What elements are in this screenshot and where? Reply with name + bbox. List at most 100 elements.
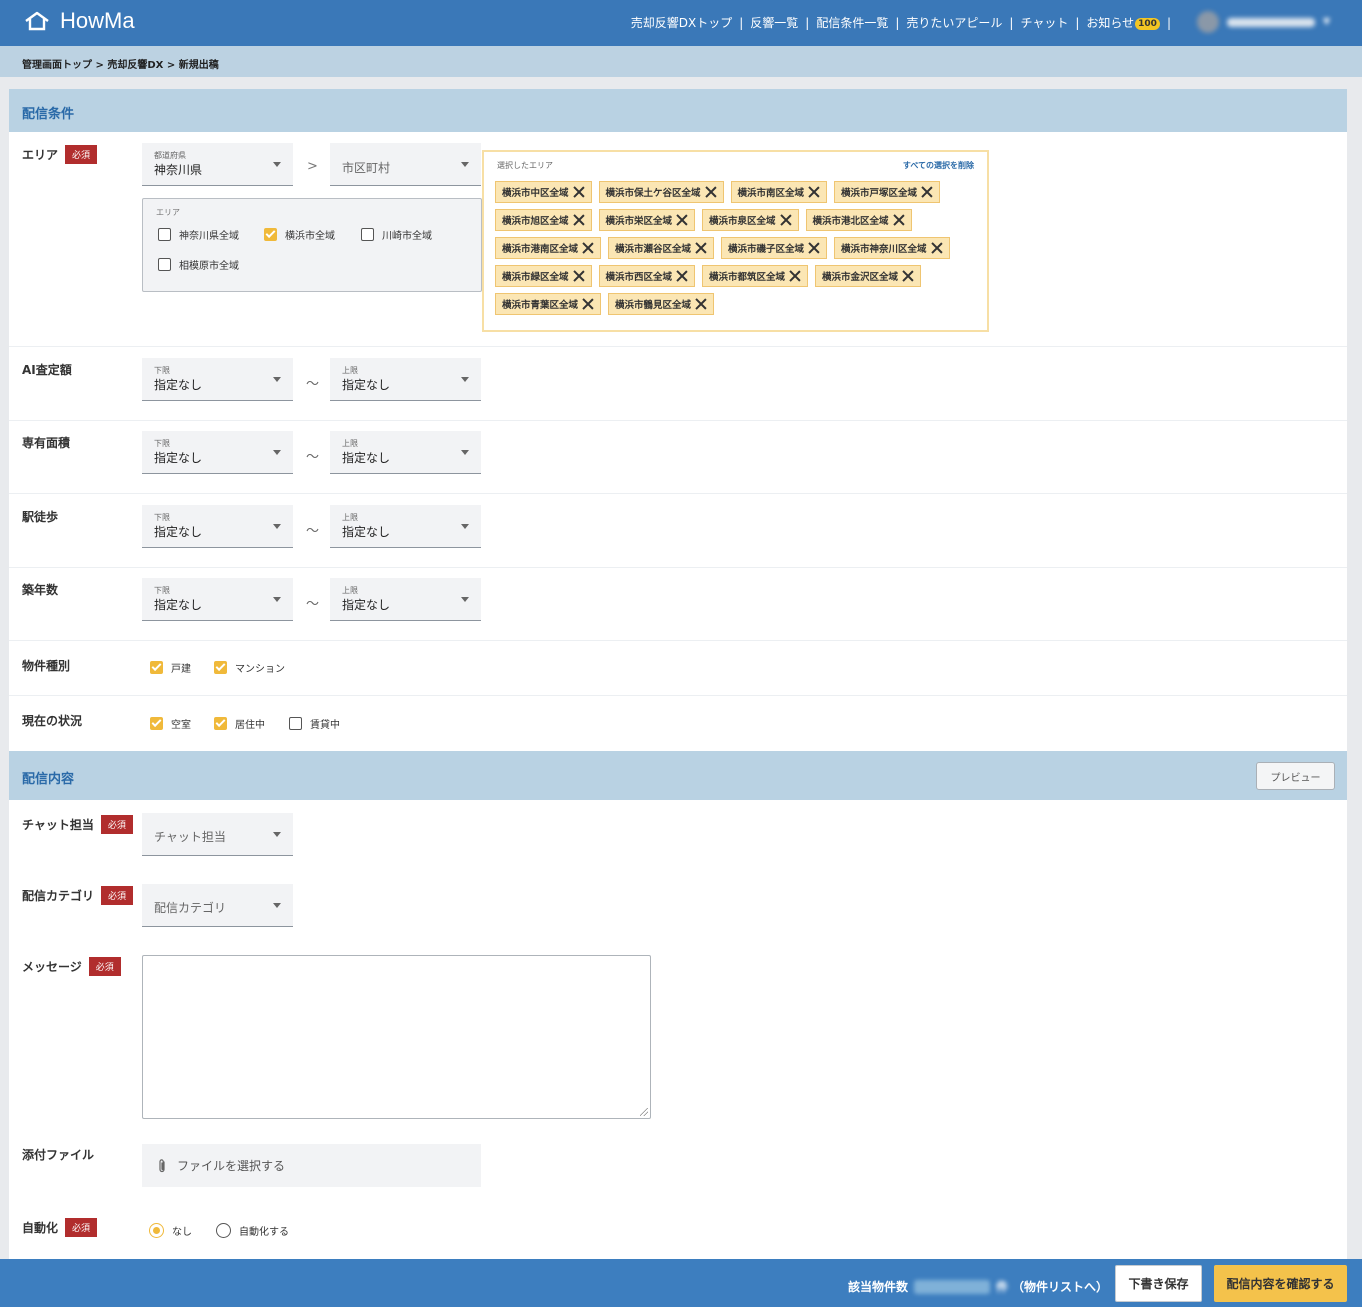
section-header-delivery-conditions: 配信条件: [9, 89, 1347, 132]
remove-chip-close-icon[interactable]: [893, 214, 905, 226]
required-badge: 必須: [100, 815, 133, 834]
preview-button[interactable]: プレビュー: [1256, 762, 1335, 790]
remove-chip-close-icon[interactable]: [921, 186, 933, 198]
chip-label: 横浜市栄区全域: [605, 216, 673, 227]
area-label-text: エリア: [22, 148, 59, 162]
remove-chip-close-icon[interactable]: [789, 270, 801, 282]
area-options-box: エリア 神奈川県全域 横浜市全域 川崎市全域 相模原市全域: [142, 198, 482, 292]
nav-dx-top[interactable]: 売却反響DXトップ: [631, 14, 732, 31]
property-type-checkbox-house[interactable]: 戸建: [150, 660, 191, 675]
remove-chip-close-icon[interactable]: [582, 242, 594, 254]
area-checkbox-sagamihara[interactable]: 相模原市全域: [158, 257, 239, 272]
lower-value: 指定なし: [154, 525, 203, 539]
station-walk-lower-select[interactable]: 下限 指定なし: [142, 505, 293, 548]
checkbox-icon: [158, 228, 171, 241]
chat-owner-select[interactable]: チャット担当: [142, 813, 293, 856]
section-title: 配信条件: [22, 107, 75, 122]
remove-chip-close-icon[interactable]: [573, 270, 585, 282]
selected-area-chip: 横浜市栄区全域: [598, 209, 696, 231]
area-checkbox-yokohama[interactable]: 横浜市全域: [264, 227, 335, 242]
chip-label: 横浜市青葉区全域: [502, 300, 579, 311]
station-walk-upper-select[interactable]: 上限 指定なし: [330, 505, 481, 548]
checkbox-checked-icon: [214, 661, 227, 674]
file-select-button[interactable]: ファイルを選択する: [142, 1144, 481, 1187]
resize-handle-icon[interactable]: [640, 1108, 648, 1116]
automation-radio-none[interactable]: なし: [149, 1223, 192, 1238]
property-type-checkbox-mansion[interactable]: マンション: [214, 660, 285, 675]
floor-area-lower-select[interactable]: 下限 指定なし: [142, 431, 293, 474]
checkbox-label: 空室: [171, 720, 191, 731]
delivery-category-select[interactable]: 配信カテゴリ: [142, 884, 293, 927]
selected-area-chips: 横浜市中区全域 横浜市保土ケ谷区全域 横浜市南区全域 横浜市戸塚区全域 横浜市旭区全域横…: [495, 181, 985, 315]
chip-label: 横浜市保土ケ谷区全域: [605, 188, 701, 199]
chip-label: 横浜市港南区全域: [502, 244, 579, 255]
confirm-delivery-button[interactable]: 配信内容を確認する: [1214, 1265, 1347, 1302]
selected-area-chip: 横浜市港南区全域: [495, 237, 602, 259]
upper-caption: 上限: [342, 513, 358, 522]
area-checkbox-kanagawa[interactable]: 神奈川県全域: [158, 227, 239, 242]
radio-label: 自動化する: [239, 1227, 289, 1238]
remove-chip-close-icon[interactable]: [676, 270, 688, 282]
automation-radio-enable[interactable]: 自動化する: [216, 1223, 289, 1238]
floor-area-upper-select[interactable]: 上限 指定なし: [330, 431, 481, 474]
selected-areas-box: 選択したエリア すべての選択を削除 横浜市中区全域 横浜市保土ケ谷区全域 横浜市南区…: [482, 150, 989, 332]
remove-chip-close-icon[interactable]: [931, 242, 943, 254]
remove-chip-close-icon[interactable]: [695, 242, 707, 254]
chip-label: 横浜市鶴見区全域: [615, 300, 692, 311]
count-value-redacted: [913, 1279, 990, 1294]
property-list-link[interactable]: （物件リストへ）: [1012, 1278, 1108, 1295]
clear-all-selection-link[interactable]: すべての選択を削除: [903, 160, 974, 171]
chip-label: 横浜市中区全域: [502, 188, 569, 199]
area-checkbox-kawasaki[interactable]: 川崎市全域: [361, 227, 432, 242]
upper-value: 指定なし: [342, 525, 391, 539]
selected-area-chip: 横浜市神奈川区全域: [834, 237, 950, 259]
dropdown-arrow-icon: [461, 377, 469, 382]
chip-label: 横浜市泉区全域: [709, 216, 776, 227]
building-age-upper-select[interactable]: 上限 指定なし: [330, 578, 481, 621]
status-checkbox-leased[interactable]: 賃貸中: [289, 716, 340, 731]
remove-chip-close-icon[interactable]: [902, 270, 914, 282]
selected-area-chip: 横浜市鶴見区全域: [608, 293, 715, 315]
radio-label: なし: [172, 1227, 192, 1238]
howma-logo[interactable]: HowMa: [24, 8, 135, 34]
city-select[interactable]: 市区町村: [330, 143, 481, 186]
remove-chip-close-icon[interactable]: [573, 214, 585, 226]
remove-chip-close-icon[interactable]: [582, 298, 594, 310]
nav-notifications-label: お知らせ: [1086, 16, 1135, 30]
lower-value: 指定なし: [154, 451, 203, 465]
chip-label: 横浜市南区全域: [737, 188, 805, 199]
notification-badge: 100: [1135, 18, 1160, 30]
message-textarea[interactable]: [142, 955, 651, 1119]
nav-notifications[interactable]: お知らせ 100: [1086, 14, 1160, 31]
remove-chip-close-icon[interactable]: [808, 186, 820, 198]
remove-chip-close-icon[interactable]: [808, 242, 820, 254]
prefecture-select[interactable]: 都道府県 神奈川県: [142, 143, 293, 186]
remove-chip-close-icon[interactable]: [573, 186, 585, 198]
ai-valuation-lower-select[interactable]: 下限 指定なし: [142, 358, 293, 401]
user-menu[interactable]: ▼: [1197, 11, 1330, 33]
building-age-lower-select[interactable]: 下限 指定なし: [142, 578, 293, 621]
required-badge: 必須: [65, 1218, 98, 1237]
radio-selected-icon: [149, 1223, 164, 1238]
nav-chat[interactable]: チャット: [1020, 14, 1068, 31]
ai-valuation-upper-select[interactable]: 上限 指定なし: [330, 358, 481, 401]
save-draft-button[interactable]: 下書き保存: [1115, 1265, 1202, 1302]
remove-chip-close-icon[interactable]: [676, 214, 688, 226]
main-nav: 売却反響DXトップ | 反響一覧 | 配信条件一覧 | 売りたいアピール | チ…: [631, 14, 1178, 31]
nav-sell-appeal[interactable]: 売りたいアピール: [906, 14, 1002, 31]
remove-chip-close-icon[interactable]: [780, 214, 792, 226]
nav-delivery-conditions[interactable]: 配信条件一覧: [816, 14, 888, 31]
remove-chip-close-icon[interactable]: [705, 186, 717, 198]
selected-area-chip: 横浜市南区全域: [730, 181, 828, 203]
floor-area-label: 専有面積: [22, 436, 71, 450]
status-checkbox-occupied[interactable]: 居住中: [214, 716, 265, 731]
remove-chip-close-icon[interactable]: [695, 298, 707, 310]
checkbox-label: 横浜市全域: [285, 231, 335, 242]
required-badge: 必須: [88, 957, 121, 976]
chip-label: 横浜市都筑区全域: [709, 272, 786, 283]
paperclip-icon: [159, 1158, 165, 1172]
top-navbar: HowMa 売却反響DXトップ | 反響一覧 | 配信条件一覧 | 売りたいアピ…: [0, 0, 1362, 46]
nav-response-list[interactable]: 反響一覧: [750, 14, 798, 31]
row-divider: [9, 640, 1347, 641]
status-checkbox-vacant[interactable]: 空室: [150, 716, 191, 731]
